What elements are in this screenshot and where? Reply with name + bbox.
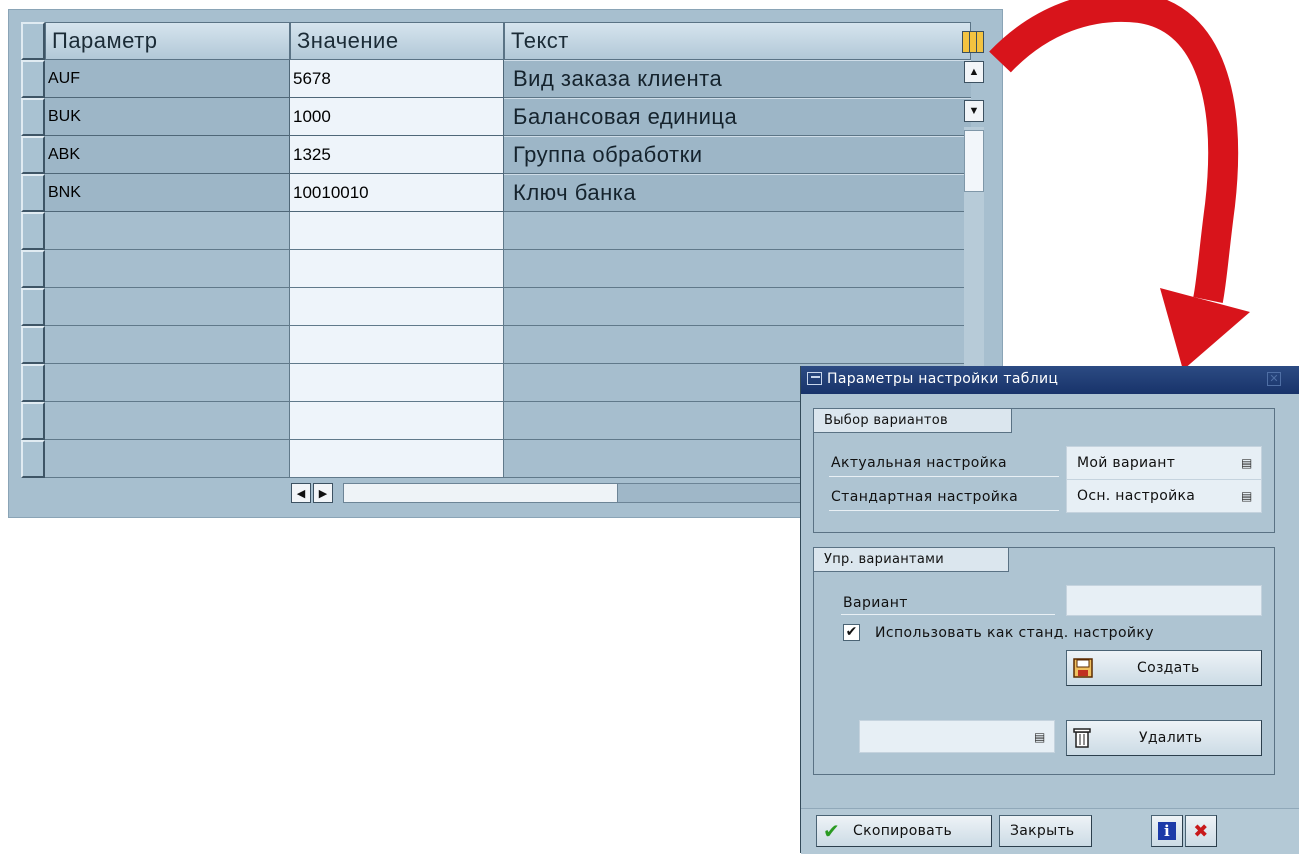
- row-selector[interactable]: [21, 174, 45, 212]
- row-selector[interactable]: [21, 250, 45, 288]
- cell-param: BNK: [45, 174, 290, 212]
- variant-name-input[interactable]: [1066, 585, 1262, 616]
- value-help-icon[interactable]: ▤: [1034, 730, 1045, 744]
- vertical-scroll-thumb[interactable]: [964, 130, 984, 192]
- horizontal-scroll-thumb[interactable]: [343, 483, 618, 503]
- label-underline: [829, 510, 1059, 511]
- label-underline: [829, 476, 1059, 477]
- cancel-button[interactable]: ✖: [1185, 815, 1217, 847]
- column-header-param[interactable]: Параметр: [45, 22, 290, 60]
- cell-value-input[interactable]: [290, 326, 504, 364]
- cell-value-input[interactable]: [290, 212, 504, 250]
- trash-icon: [1073, 728, 1091, 748]
- row-selector[interactable]: [21, 288, 45, 326]
- standard-setting-field[interactable]: Осн. настройка: [1066, 479, 1262, 513]
- cancel-x-icon: ✖: [1193, 820, 1209, 842]
- table-settings-dialog: Параметры настройки таблиц ✕ Выбор вариа…: [800, 366, 1299, 854]
- copy-button[interactable]: ✔ Скопировать: [816, 815, 992, 847]
- cell-text: Вид заказа клиента: [504, 60, 971, 98]
- cell-text: [504, 326, 971, 364]
- dialog-title: Параметры настройки таблиц: [827, 371, 1059, 387]
- variant-label: Вариант: [843, 595, 908, 611]
- cell-value-input[interactable]: [290, 250, 504, 288]
- create-button[interactable]: Создать: [1066, 650, 1262, 686]
- value-help-icon[interactable]: ▤: [1241, 456, 1252, 470]
- delete-button[interactable]: Удалить: [1066, 720, 1262, 756]
- row-selector[interactable]: [21, 60, 45, 98]
- row-selector[interactable]: [21, 212, 45, 250]
- cell-param: AUF: [45, 60, 290, 98]
- row-selector[interactable]: [21, 364, 45, 402]
- scroll-up-button[interactable]: ▲: [964, 61, 984, 83]
- checkmark-icon: ✔: [823, 819, 841, 843]
- close-icon[interactable]: ✕: [1267, 372, 1281, 386]
- cell-param: [45, 364, 290, 402]
- cell-value-input[interactable]: 1000: [290, 98, 504, 136]
- cell-text: [504, 212, 971, 250]
- cell-value-input[interactable]: [290, 364, 504, 402]
- column-header-text[interactable]: Текст: [504, 22, 971, 60]
- cell-value-input[interactable]: [290, 402, 504, 440]
- cell-value-input[interactable]: 10010010: [290, 174, 504, 212]
- label-underline: [841, 614, 1055, 615]
- create-label: Создать: [1137, 660, 1200, 676]
- save-icon: [1073, 658, 1093, 678]
- window-icon: [807, 372, 822, 385]
- use-as-standard-checkbox[interactable]: ✔: [843, 624, 860, 641]
- variant-management-tab: Упр. вариантами: [814, 548, 1009, 572]
- cell-param: [45, 288, 290, 326]
- cell-value-input[interactable]: 5678: [290, 60, 504, 98]
- row-selector[interactable]: [21, 440, 45, 478]
- cell-param: [45, 402, 290, 440]
- row-selector[interactable]: [21, 402, 45, 440]
- cell-param: ABK: [45, 136, 290, 174]
- row-selector[interactable]: [21, 98, 45, 136]
- cell-text: [504, 250, 971, 288]
- arrow-down-icon: ▼: [968, 105, 980, 117]
- cell-param: [45, 440, 290, 478]
- close-label: Закрыть: [1010, 823, 1075, 839]
- current-setting-field[interactable]: Мой вариант: [1066, 446, 1262, 480]
- value-help-icon[interactable]: ▤: [1241, 489, 1252, 503]
- column-settings-button[interactable]: [962, 31, 984, 53]
- variant-selection-tab: Выбор вариантов: [814, 409, 1012, 433]
- row-selector[interactable]: [21, 136, 45, 174]
- cell-param: [45, 250, 290, 288]
- cell-text: Балансовая единица: [504, 98, 971, 136]
- row-selector[interactable]: [21, 326, 45, 364]
- cell-param: [45, 212, 290, 250]
- cell-param: [45, 326, 290, 364]
- info-icon: i: [1158, 822, 1176, 840]
- cell-value-input[interactable]: [290, 288, 504, 326]
- delete-variant-field[interactable]: [859, 720, 1055, 753]
- arrow-right-icon: ▶: [318, 487, 328, 500]
- arrow-left-icon: ◀: [296, 487, 306, 500]
- column-header-value[interactable]: Значение: [290, 22, 504, 60]
- close-button[interactable]: Закрыть: [999, 815, 1092, 847]
- use-as-standard-label: Использовать как станд. настройку: [875, 625, 1154, 641]
- delete-label: Удалить: [1139, 730, 1203, 746]
- cell-text: [504, 288, 971, 326]
- scroll-left-button[interactable]: ◀: [291, 483, 311, 503]
- arrow-up-icon: ▲: [968, 66, 980, 78]
- info-button[interactable]: i: [1151, 815, 1183, 847]
- select-all-button[interactable]: [21, 22, 45, 60]
- scroll-down-button[interactable]: ▼: [964, 100, 984, 122]
- cell-text: Группа обработки: [504, 136, 971, 174]
- standard-setting-label: Стандартная настройка: [831, 489, 1019, 505]
- current-setting-label: Актуальная настройка: [831, 455, 1008, 471]
- copy-label: Скопировать: [853, 823, 953, 839]
- cell-value-input[interactable]: 1325: [290, 136, 504, 174]
- cell-text: Ключ банка: [504, 174, 971, 212]
- cell-value-input[interactable]: [290, 440, 504, 478]
- dialog-titlebar[interactable]: Параметры настройки таблиц ✕: [801, 366, 1299, 394]
- cell-param: BUK: [45, 98, 290, 136]
- scroll-right-button[interactable]: ▶: [313, 483, 333, 503]
